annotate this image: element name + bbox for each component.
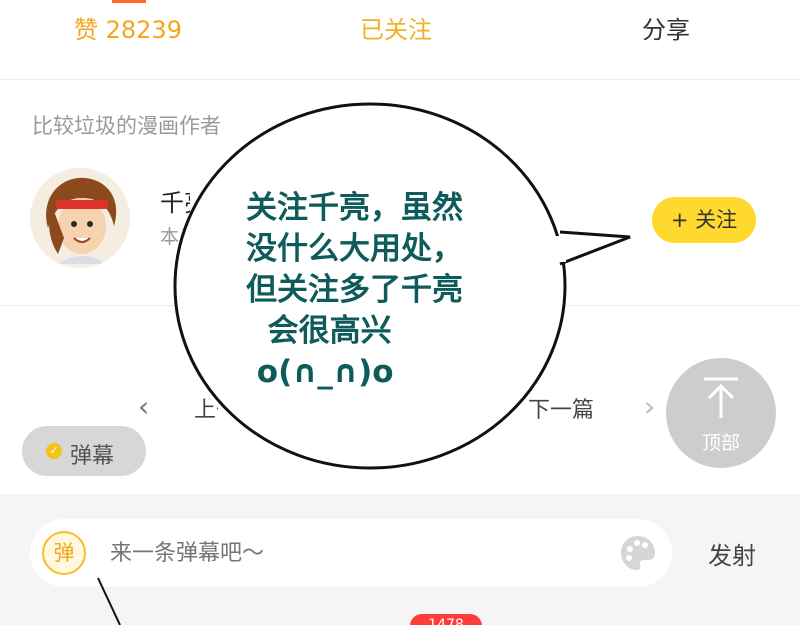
avatar-image [30, 168, 130, 268]
bubble-line: 没什么大用处， [246, 231, 463, 267]
danmu-input-wrapper[interactable]: 弹 [30, 519, 672, 587]
next-chapter-link[interactable]: 下一篇 [528, 392, 594, 424]
danmu-input[interactable] [110, 537, 590, 569]
send-button[interactable]: 发射 [708, 536, 756, 571]
bubble-line: 关注千亮，虽然 [246, 190, 463, 226]
back-to-top-label: 顶部 [701, 432, 740, 454]
section-title: 比较垃圾的漫画作者 [32, 114, 221, 138]
palette-icon[interactable] [618, 533, 658, 573]
danmu-badge[interactable]: 弹 [42, 531, 86, 575]
prev-chapter-link[interactable]: 上一篇 [194, 392, 218, 424]
check-icon: ✓ [46, 443, 62, 459]
top-action-bar: 赞 28239 已关注 分享 [0, 0, 800, 80]
followed-button[interactable]: 已关注 [360, 12, 432, 48]
bubble-line: 但关注多了千亮 [246, 272, 463, 308]
bubble-line: 会很高兴 [246, 313, 392, 349]
count-badge: 1478 [410, 614, 482, 625]
danmu-toggle-label: 弹幕 [70, 444, 115, 469]
danmu-toggle[interactable]: ✓ 弹幕 [22, 426, 146, 476]
author-name[interactable]: 千亮 [160, 183, 190, 218]
avatar[interactable] [30, 168, 130, 268]
like-button[interactable]: 赞 28239 [74, 12, 182, 48]
follow-button[interactable]: + 关注 [652, 197, 756, 243]
chevron-left-icon[interactable]: ‹ [138, 390, 149, 423]
bubble-line: o(∩_∩)o [246, 354, 394, 390]
back-to-top-button[interactable]: 顶部 [666, 358, 776, 468]
author-subtitle: 本 [160, 226, 180, 248]
arrow-up-icon [704, 377, 738, 418]
danmu-input-bar: 弹 发射 [0, 494, 800, 625]
accent-indicator [112, 0, 146, 3]
share-button[interactable]: 分享 [642, 12, 690, 48]
chevron-right-icon[interactable]: › [644, 390, 655, 423]
speech-bubble-text: 关注千亮，虽然 没什么大用处， 但关注多了千亮 会很高兴 o(∩_∩)o [246, 188, 536, 393]
